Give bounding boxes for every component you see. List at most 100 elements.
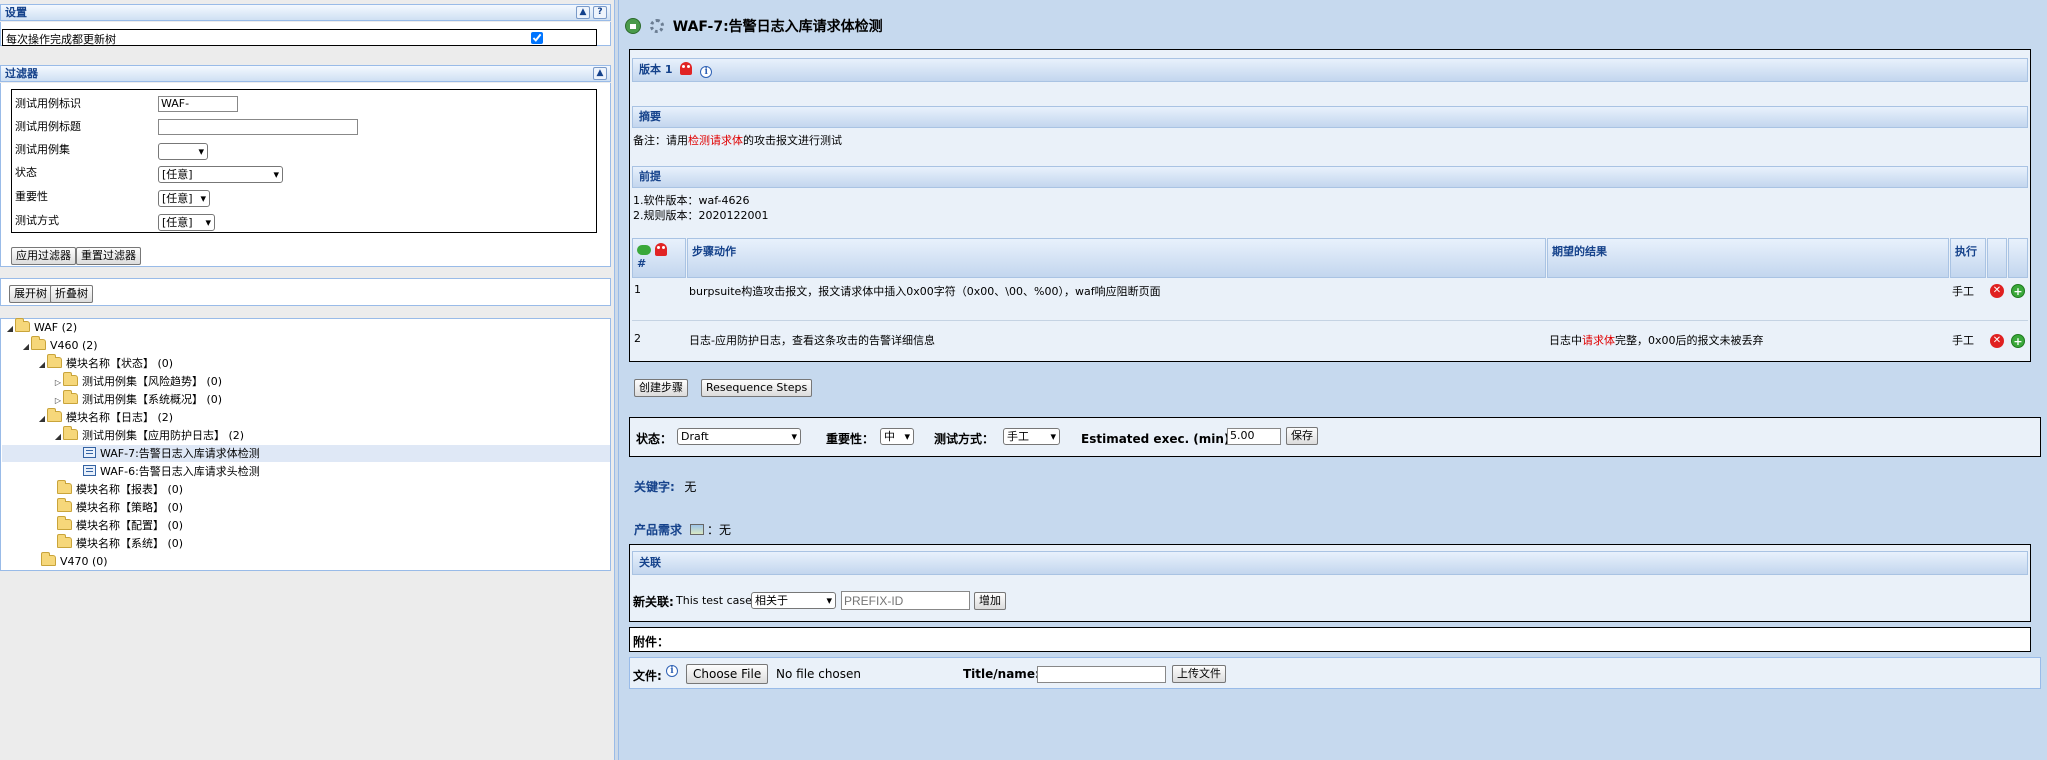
exec-type-filter-select[interactable]: [任意] — [158, 214, 215, 231]
estimated-exec-input[interactable]: 5.00 — [1227, 428, 1281, 445]
relation-id-input[interactable] — [841, 591, 970, 610]
tree-node[interactable]: 模块名称【策略】 (0) — [47, 498, 183, 516]
importance-filter-select[interactable]: [任意] — [158, 190, 210, 207]
tc-suite-label: 测试用例集 — [15, 143, 70, 156]
open-folder-icon — [15, 318, 30, 332]
step-number: 2 — [634, 332, 641, 345]
folder-icon — [57, 498, 72, 512]
step-exec-type: 手工 — [1952, 334, 1974, 347]
relations-bar: 关联 — [632, 551, 2028, 575]
tree-node[interactable]: ◢ 模块名称【状态】 (0) — [37, 354, 173, 373]
summary-bar: 摘要 — [632, 106, 2028, 128]
requirements-icon[interactable] — [689, 524, 704, 535]
attributes-frame: 状态： Draft 重要性： 中 测试方式： 手工 Estimated exec… — [629, 417, 2041, 457]
tree-node[interactable]: 模块名称【系统】 (0) — [47, 534, 183, 552]
collapsed-arrow-icon[interactable]: ▷ — [53, 392, 63, 409]
tree-node[interactable]: ◢ V460 (2) — [21, 336, 98, 355]
folder-icon — [41, 552, 56, 566]
upload-file-button[interactable]: 上传文件 — [1172, 665, 1226, 683]
importance-select[interactable]: 中 — [880, 428, 914, 445]
navigate-icon[interactable] — [625, 18, 641, 34]
summary-title: 摘要 — [639, 110, 661, 123]
tree-node[interactable]: ◢ 测试用例集【应用防护日志】 (2) — [53, 426, 244, 445]
info-icon[interactable]: i — [666, 665, 678, 677]
collapse-settings-icon[interactable]: ▲ — [576, 6, 590, 19]
tc-id-label: 测试用例标识 — [15, 97, 81, 110]
resequence-steps-button[interactable]: Resequence Steps — [701, 379, 813, 397]
delete-step-icon[interactable]: ✕ — [1990, 334, 2004, 348]
exec-type-label: 测试方式： — [934, 432, 995, 446]
exec-type-select[interactable]: 手工 — [1003, 428, 1060, 445]
keywords-label: 关键字: — [634, 480, 675, 494]
add-relation-button[interactable]: 增加 — [974, 592, 1006, 610]
tree-controls: 展开树 折叠树 — [0, 278, 611, 306]
test-case-detail-pane: WAF-7:告警日志入库请求体检测 版本 1 i 摘要 备注：请用检测请求体的攻… — [619, 0, 2047, 760]
step-number: 1 — [634, 283, 641, 296]
settings-panel-body: 每次操作完成都更新树 — [0, 22, 611, 46]
delete-step-icon[interactable]: ✕ — [1990, 284, 2004, 298]
steps-extra-header — [2008, 238, 2028, 278]
tc-id-input[interactable]: WAF- — [158, 96, 238, 112]
tree-node[interactable]: V470 (0) — [31, 552, 108, 570]
tree-node[interactable]: WAF-6:告警日志入库请求头检测 — [83, 463, 260, 480]
steps-exec-header: 执行 — [1950, 238, 1986, 278]
step-expected: 日志中请求体完整，0x00后的报文未被丢弃 — [1549, 334, 1764, 347]
expanded-arrow-icon[interactable]: ◢ — [53, 428, 63, 445]
tree-node[interactable]: 模块名称【报表】 (0) — [47, 480, 183, 498]
row-divider — [632, 320, 2028, 321]
create-step-button[interactable]: 创建步骤 — [634, 379, 688, 397]
collapsed-arrow-icon[interactable]: ▷ — [53, 374, 63, 391]
update-tree-checkbox[interactable] — [531, 32, 543, 44]
expanded-arrow-icon[interactable]: ◢ — [5, 320, 15, 337]
file-label: 文件: — [633, 669, 662, 683]
ghost-icon[interactable] — [680, 62, 693, 75]
settings-panel-title: 设置 — [5, 6, 27, 19]
tc-suite-select[interactable] — [158, 143, 208, 160]
importance-label: 重要性： — [826, 432, 875, 446]
estimated-exec-label: Estimated exec. (min)： — [1081, 432, 1242, 446]
collapse-filter-icon[interactable]: ▲ — [593, 67, 607, 80]
gear-icon[interactable] — [649, 19, 664, 33]
status-select[interactable]: Draft — [677, 428, 801, 445]
reset-filter-button[interactable]: 重置过滤器 — [76, 247, 141, 265]
expanded-arrow-icon[interactable]: ◢ — [37, 410, 47, 427]
expanded-arrow-icon[interactable]: ◢ — [37, 356, 47, 373]
choose-file-button[interactable]: Choose File — [686, 664, 769, 684]
settings-panel-header: 设置 ▲ ? — [0, 4, 611, 21]
title-name-input[interactable] — [1037, 666, 1166, 683]
tc-title-input[interactable] — [158, 119, 358, 135]
test-case-icon — [83, 447, 96, 458]
preconditions-title: 前提 — [639, 170, 661, 183]
left-navigation-pane: 设置 ▲ ? 每次操作完成都更新树 过滤器 ▲ 测试用例标识 WAF- 测试用例… — [0, 0, 614, 760]
step-action: 日志-应用防护日志，查看这条攻击的告警详细信息 — [689, 334, 935, 347]
tree-node[interactable]: ◢ WAF (2) — [5, 318, 77, 337]
test-case-icon — [83, 465, 96, 476]
tree-node[interactable]: 模块名称【配置】 (0) — [47, 516, 183, 534]
requirements-value: ：无 — [707, 523, 732, 537]
filter-form: 测试用例标识 WAF- 测试用例标题 测试用例集 状态 [任意] 重要性 [任意… — [11, 89, 597, 233]
tc-title-label: 测试用例标题 — [15, 120, 81, 133]
add-steps-icon[interactable] — [637, 245, 651, 255]
new-relation-label: 新关联: — [633, 595, 674, 609]
relations-frame: 关联 新关联: This test case 相关于 增加 — [629, 544, 2031, 622]
ghost-icon[interactable] — [654, 243, 667, 256]
expanded-arrow-icon[interactable]: ◢ — [21, 338, 31, 355]
help-icon[interactable]: ? — [593, 6, 607, 19]
tree-node[interactable]: ◢ 模块名称【日志】 (2) — [37, 408, 173, 427]
add-step-icon[interactable]: + — [2011, 334, 2025, 348]
save-attributes-button[interactable]: 保存 — [1286, 427, 1318, 445]
status-label: 状态： — [636, 432, 673, 446]
apply-filter-button[interactable]: 应用过滤器 — [11, 247, 76, 265]
expand-tree-button[interactable]: 展开树 — [9, 285, 52, 303]
tree-node[interactable]: ▷ 测试用例集【风险趋势】 (0) — [53, 372, 222, 391]
relation-type-select[interactable]: 相关于 — [751, 592, 836, 609]
tree-node[interactable]: ▷ 测试用例集【系统概况】 (0) — [53, 390, 222, 409]
page-title-row: WAF-7:告警日志入库请求体检测 — [625, 16, 883, 36]
add-step-icon[interactable]: + — [2011, 284, 2025, 298]
keywords-row: 关键字: 无 — [634, 478, 696, 495]
tree-node-selected[interactable]: WAF-7:告警日志入库请求体检测 — [2, 445, 610, 462]
status-filter-select[interactable]: [任意] — [158, 166, 283, 183]
info-icon[interactable]: i — [700, 66, 713, 78]
test-case-version-frame: 版本 1 i 摘要 备注：请用检测请求体的攻击报文进行测试 前提 1.软件版本：… — [629, 49, 2031, 362]
collapse-tree-button[interactable]: 折叠树 — [50, 285, 93, 303]
